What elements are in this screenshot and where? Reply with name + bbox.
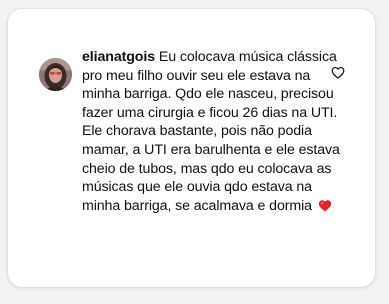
avatar[interactable]: [39, 58, 72, 91]
comment-username[interactable]: elianatgois: [82, 49, 155, 65]
comment-text: Eu colocava música clássica pro meu filh…: [82, 49, 340, 214]
comment-body: elianatgois Eu colocava música clássica …: [82, 48, 344, 217]
red-heart-icon: [318, 199, 332, 218]
avatar-image: [39, 58, 72, 91]
